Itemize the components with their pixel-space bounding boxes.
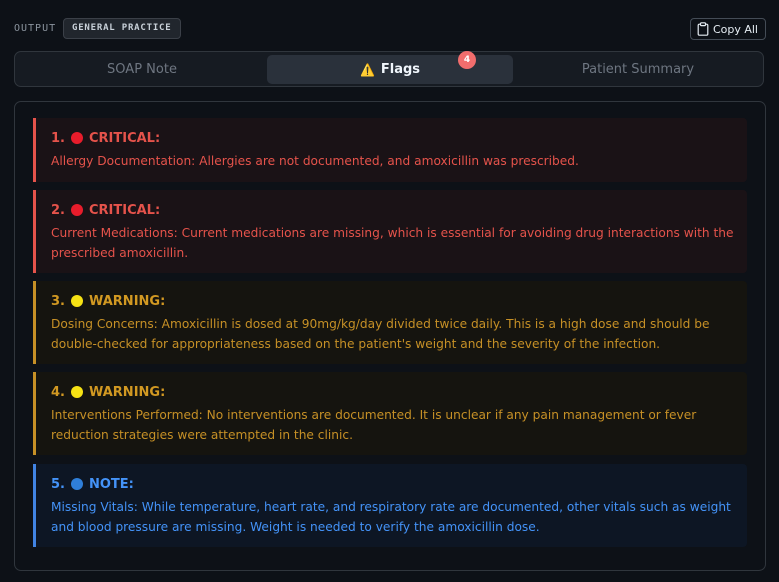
- tab-soap-note[interactable]: SOAP Note: [19, 55, 265, 84]
- flag-number: 3.: [51, 293, 65, 309]
- flag-item: 3. WARNING: Dosing Concerns: Amoxicillin…: [33, 281, 747, 364]
- flag-text: Current Medications: Current medications…: [51, 226, 734, 260]
- output-label: OUTPUT: [14, 23, 57, 34]
- blue-circle-icon: [70, 478, 83, 490]
- flag-heading: 3. WARNING:: [51, 292, 733, 310]
- flag-item: 2. CRITICAL: Current Medications: Curren…: [33, 190, 747, 273]
- flag-text: Interventions Performed: No intervention…: [51, 408, 697, 442]
- flag-heading: 1. CRITICAL:: [51, 129, 733, 147]
- flag-number: 2.: [51, 202, 65, 218]
- flag-severity: NOTE:: [88, 476, 134, 492]
- flag-text: Missing Vitals: While temperature, heart…: [51, 500, 731, 534]
- flags-count-badge: 4: [458, 51, 476, 69]
- tab-label: SOAP Note: [107, 62, 177, 77]
- tab-label: Patient Summary: [581, 62, 695, 77]
- yellow-circle-icon: [70, 295, 83, 307]
- clipboard-icon: [697, 22, 709, 36]
- tab-label: Flags: [380, 62, 421, 77]
- flag-severity: CRITICAL:: [88, 130, 161, 146]
- output-tabs: SOAP Note ⚠️ Flags 4 Patient Summary: [14, 51, 764, 87]
- flag-item: 4. WARNING: Interventions Performed: No …: [33, 372, 747, 455]
- red-circle-icon: [70, 204, 83, 216]
- flag-severity: CRITICAL:: [88, 202, 161, 218]
- flag-number: 5.: [51, 476, 65, 492]
- flag-severity: WARNING:: [88, 384, 166, 400]
- copy-all-label: Copy All: [712, 22, 758, 36]
- flags-panel: 1. CRITICAL: Allergy Documentation: Alle…: [14, 101, 766, 571]
- flag-text: Dosing Concerns: Amoxicillin is dosed at…: [51, 317, 710, 351]
- red-circle-icon: [70, 132, 83, 144]
- flag-heading: 4. WARNING:: [51, 383, 733, 401]
- context-badge: GENERAL PRACTICE: [63, 18, 181, 39]
- flag-severity: WARNING:: [88, 293, 166, 309]
- copy-all-button[interactable]: Copy All: [689, 18, 766, 40]
- yellow-circle-icon: [70, 386, 83, 398]
- flag-heading: 5. NOTE:: [51, 475, 733, 493]
- flag-item: 1. CRITICAL: Allergy Documentation: Alle…: [33, 118, 747, 182]
- warning-icon: ⚠️: [359, 62, 375, 77]
- tab-patient-summary[interactable]: Patient Summary: [515, 55, 761, 84]
- flag-item: 5. NOTE: Missing Vitals: While temperatu…: [33, 464, 747, 547]
- output-header: OUTPUT GENERAL PRACTICE Copy All: [14, 18, 766, 40]
- flag-text: Allergy Documentation: Allergies are not…: [51, 154, 579, 168]
- flag-number: 1.: [51, 130, 65, 146]
- flag-heading: 2. CRITICAL:: [51, 201, 733, 219]
- tab-flags[interactable]: ⚠️ Flags: [267, 55, 513, 84]
- flag-number: 4.: [51, 384, 65, 400]
